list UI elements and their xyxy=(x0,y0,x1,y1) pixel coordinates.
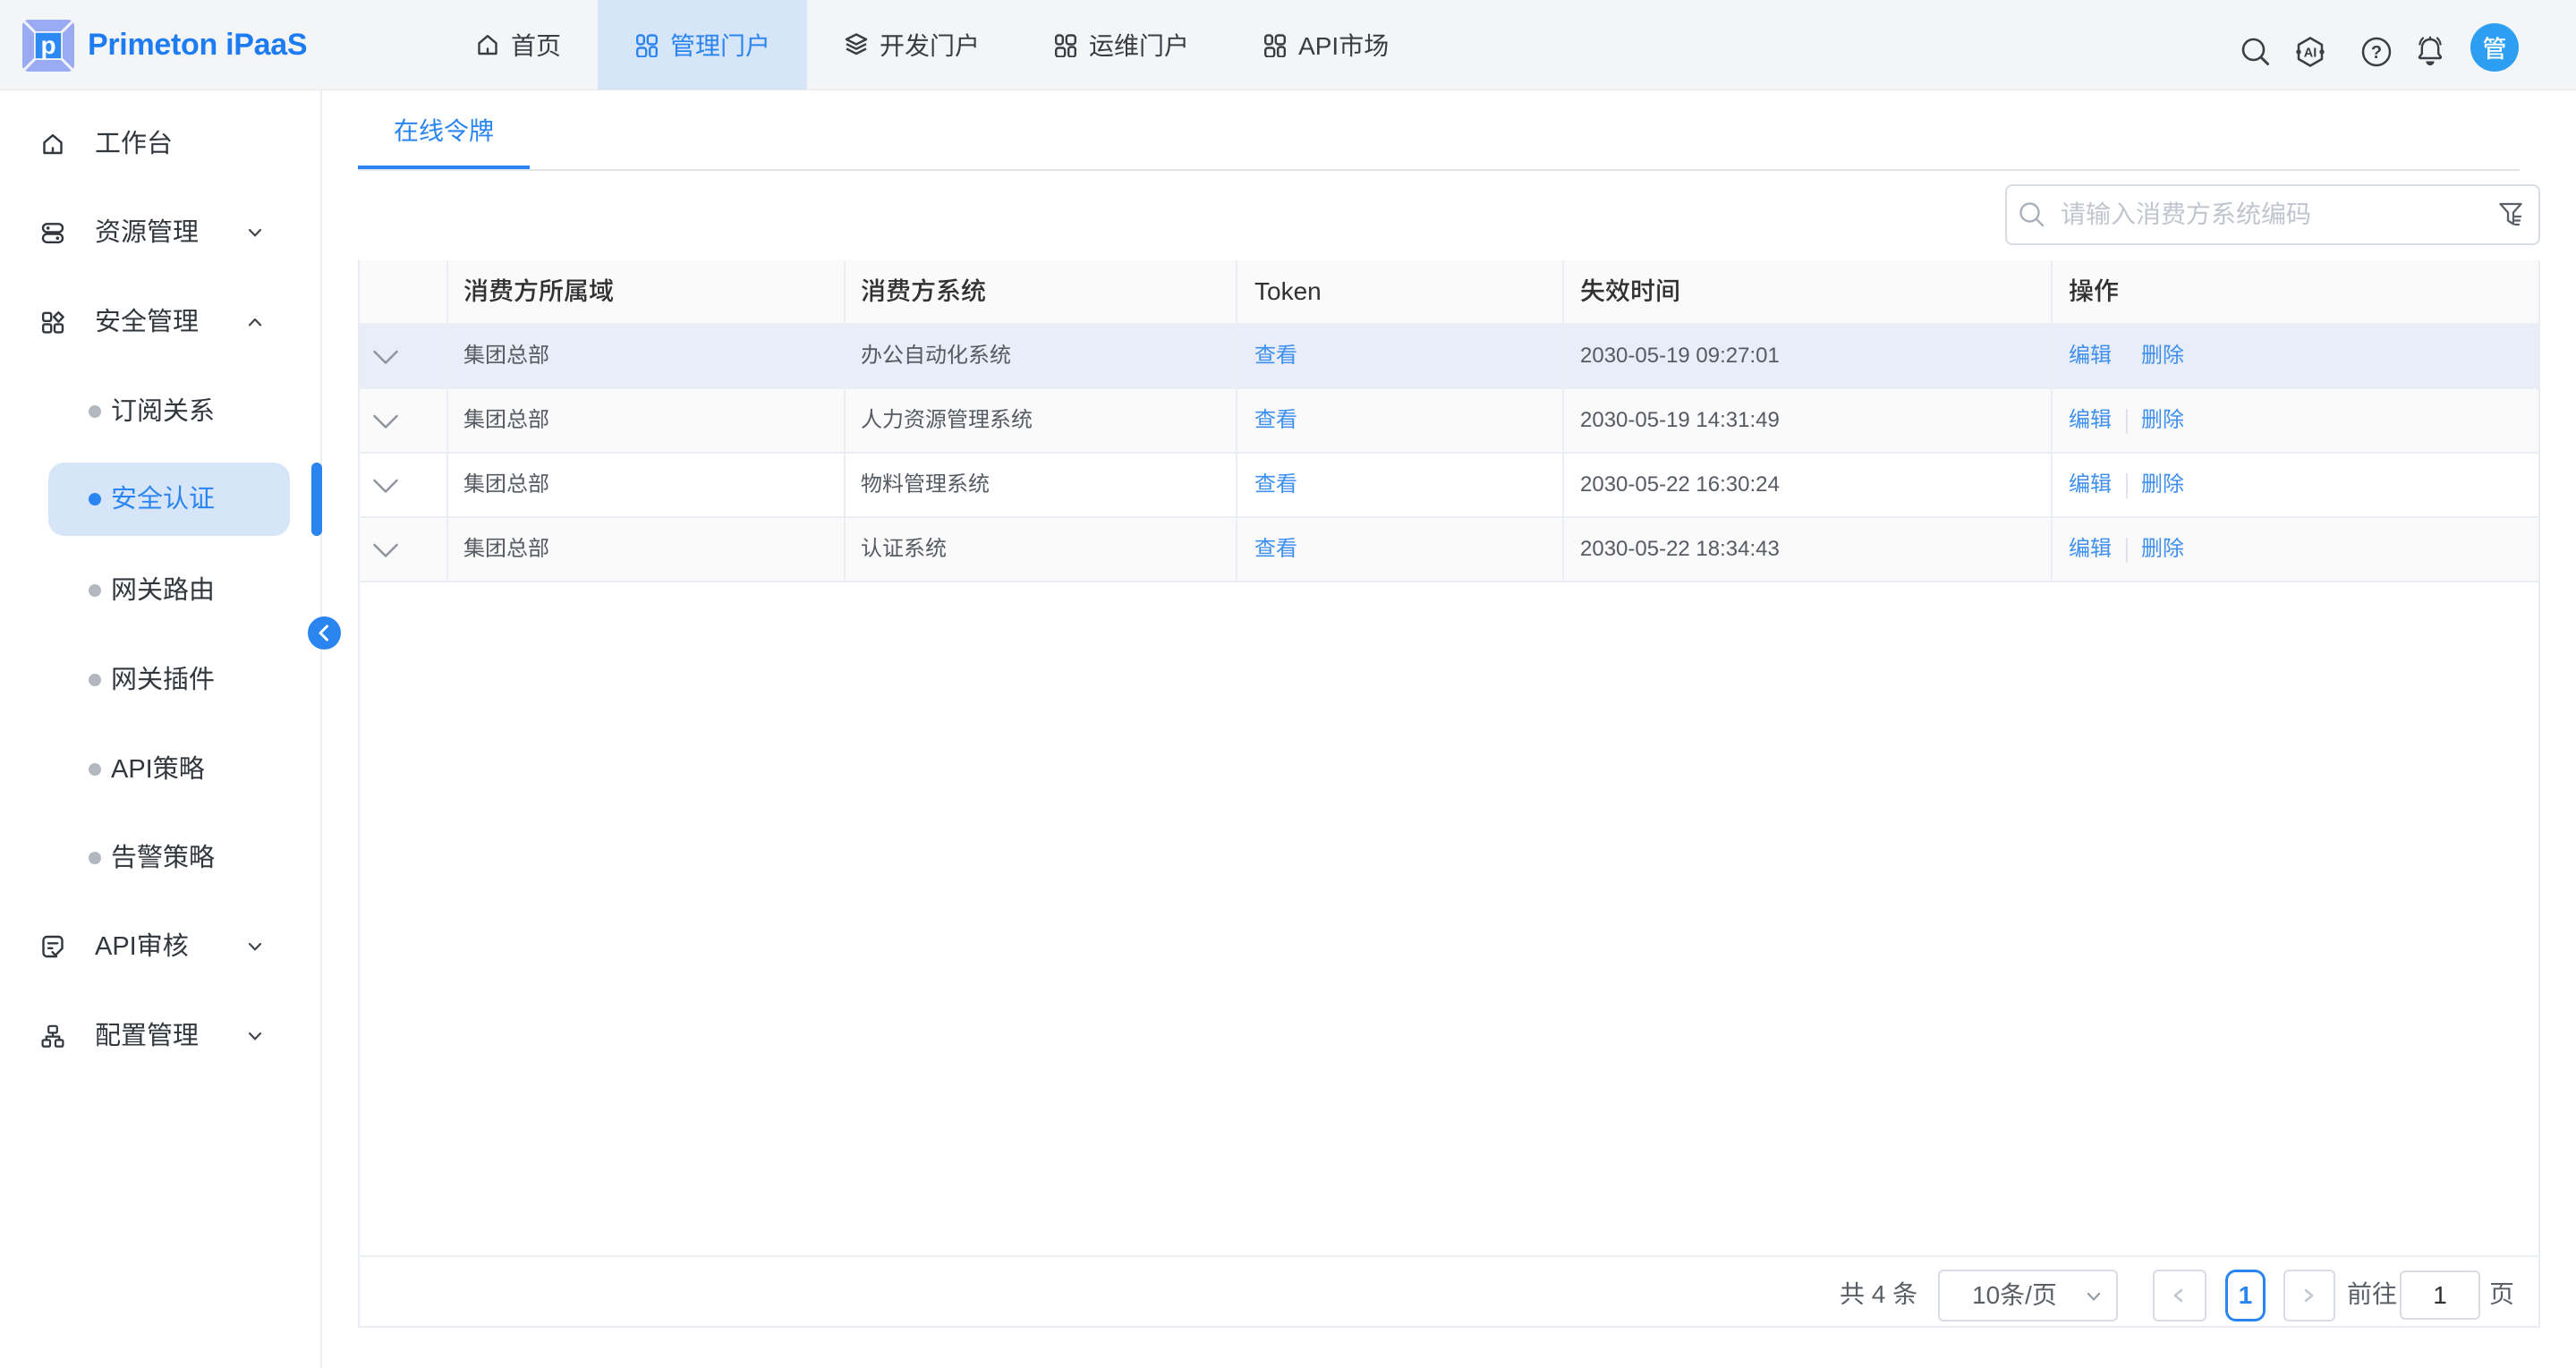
svg-text:AI: AI xyxy=(2304,47,2317,61)
svg-text:p: p xyxy=(40,31,55,59)
svg-text:?: ? xyxy=(2371,43,2382,63)
